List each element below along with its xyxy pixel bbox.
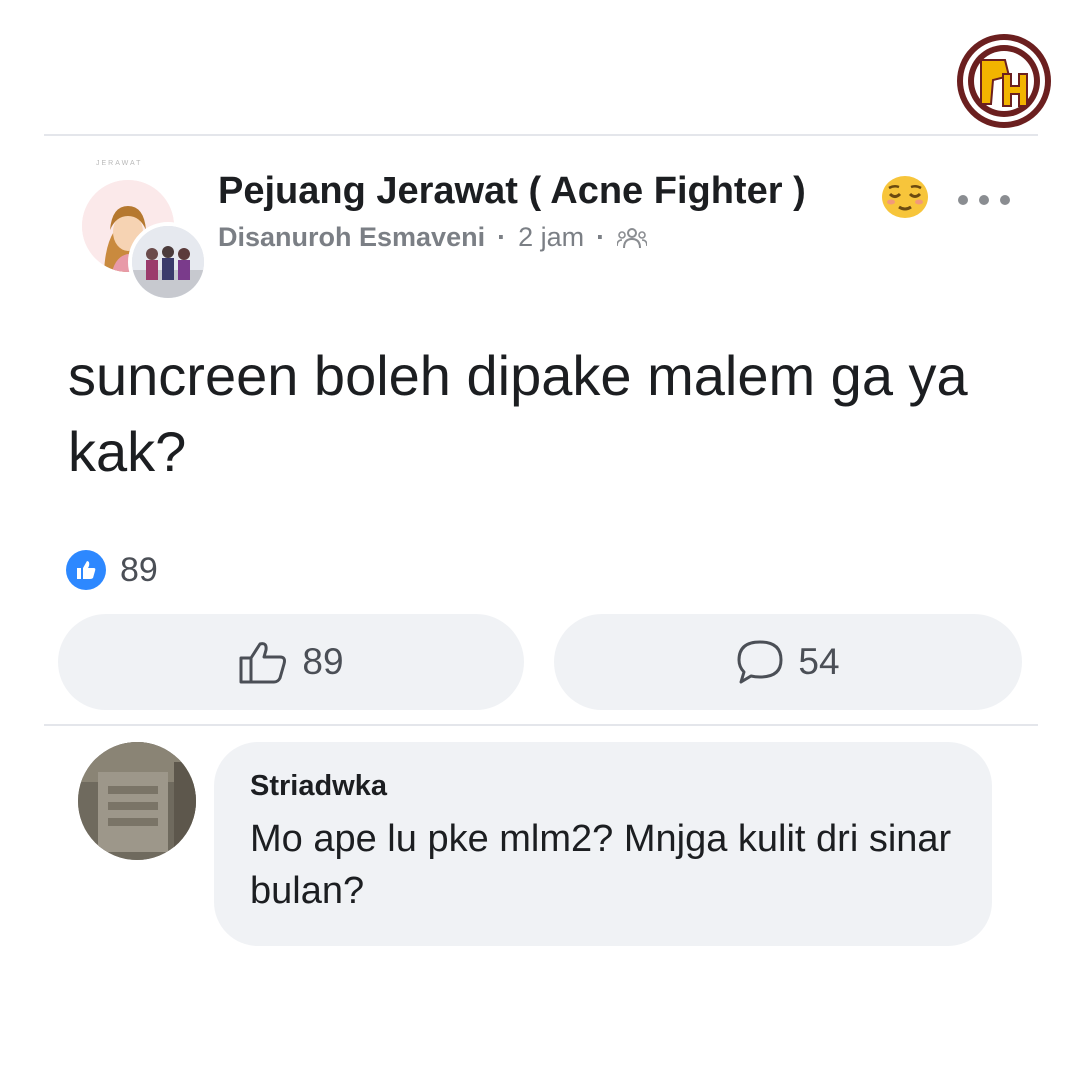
top-divider xyxy=(44,134,1038,136)
reaction-count: 89 xyxy=(120,550,158,589)
more-dot-icon xyxy=(1000,195,1010,205)
more-options-button[interactable] xyxy=(958,186,1010,214)
comment-button[interactable]: 54 xyxy=(554,614,1022,710)
comment-bubble: Striadwka Mo ape lu pke mlm2? Mnjga kuli… xyxy=(214,742,992,946)
group-name-link[interactable]: Pejuang Jerawat ( Acne Fighter ) xyxy=(218,170,806,213)
meta-separator: · xyxy=(596,222,606,252)
commenter-avatar[interactable] xyxy=(78,742,196,860)
reaction-summary[interactable]: 89 xyxy=(66,550,158,590)
comment-author-link[interactable]: Striadwka xyxy=(250,770,956,803)
comment-count-label: 54 xyxy=(798,641,840,682)
more-dot-icon xyxy=(979,195,989,205)
comment-text: Mo ape lu pke mlm2? Mnjga kulit dri sina… xyxy=(250,818,952,912)
author-name-link[interactable]: Disanuroh Esmaveni xyxy=(218,222,485,253)
comments-divider xyxy=(44,724,1038,726)
speech-bubble-icon xyxy=(736,639,784,685)
meta-separator: · xyxy=(497,222,507,252)
relieved-face-emoji xyxy=(880,174,930,220)
like-button[interactable]: 89 xyxy=(58,614,524,710)
post-time-link[interactable]: 2 jam xyxy=(518,222,584,253)
watermark-logo xyxy=(957,34,1051,128)
post-text: suncreen boleh dipake malem ga ya kak? xyxy=(68,344,968,483)
like-reaction-icon xyxy=(66,550,106,590)
group-avatar-tag: JERAWAT xyxy=(96,160,143,167)
more-dot-icon xyxy=(958,195,968,205)
author-avatar[interactable] xyxy=(128,222,208,302)
like-count-label: 89 xyxy=(302,641,344,682)
group-audience-icon xyxy=(617,226,648,250)
post-meta: Disanuroh Esmaveni · 2 jam · xyxy=(218,222,648,253)
thumbs-up-outline-icon xyxy=(238,640,288,684)
